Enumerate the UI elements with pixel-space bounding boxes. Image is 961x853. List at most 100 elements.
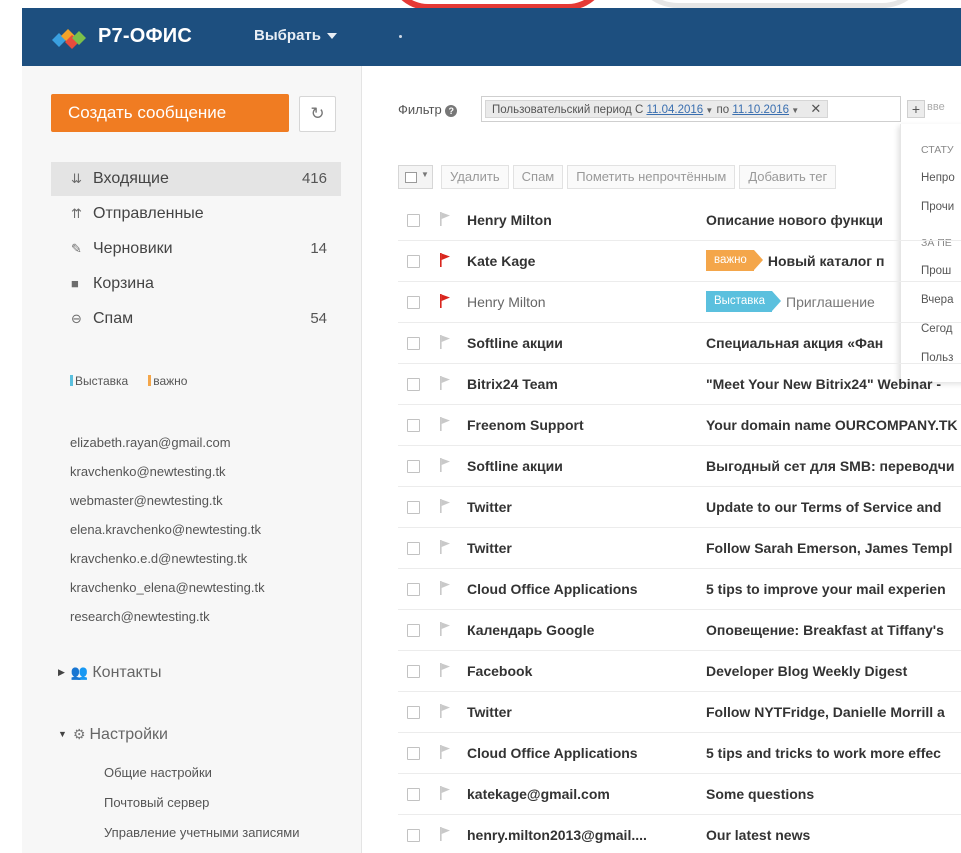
flag-icon[interactable]: [439, 826, 451, 842]
table-row[interactable]: Bitrix24 Team "Meet Your New Bitrix24" We…: [398, 364, 961, 405]
flag-icon[interactable]: [439, 539, 451, 555]
table-row[interactable]: Henry Milton Выставка Приглашение: [398, 282, 961, 323]
row-checkbox[interactable]: [407, 501, 420, 514]
settings-item-mail-server[interactable]: Почтовый сервер: [104, 788, 299, 818]
account-item[interactable]: webmaster@newtesting.tk: [70, 486, 265, 515]
flag-icon[interactable]: [439, 662, 451, 678]
table-row[interactable]: Календарь Google Оповещение: Breakfast at…: [398, 610, 961, 651]
date-from-link[interactable]: 11.04.2016: [646, 104, 703, 116]
row-checkbox[interactable]: [407, 706, 420, 719]
flag-icon[interactable]: [439, 252, 451, 268]
row-checkbox[interactable]: [407, 378, 420, 391]
table-row[interactable]: Henry Milton Описание нового функци: [398, 200, 961, 241]
table-row[interactable]: katekage@gmail.com Some questions: [398, 774, 961, 815]
refresh-button[interactable]: ↻: [299, 96, 336, 132]
folder-drafts[interactable]: ✎ Черновики 14: [51, 232, 341, 266]
delete-button[interactable]: Удалить: [441, 165, 509, 189]
tag-exhibition[interactable]: Выставка: [70, 374, 128, 388]
filter-box[interactable]: Пользовательский период С 11.04.2016 ▼ п…: [481, 96, 945, 122]
row-checkbox[interactable]: [407, 337, 420, 350]
spam-button[interactable]: Спам: [512, 165, 564, 189]
row-checkbox[interactable]: [407, 460, 420, 473]
flag-icon[interactable]: [439, 744, 451, 760]
close-icon[interactable]: ✕: [810, 101, 821, 116]
message-subject-cell: Оповещение: Breakfast at Tiffany's: [706, 622, 944, 638]
settings-item-accounts[interactable]: Управление учетными записями: [104, 818, 299, 848]
account-item[interactable]: kravchenko@newtesting.tk: [70, 457, 265, 486]
account-item[interactable]: kravchenko_elena@newtesting.tk: [70, 573, 265, 602]
folder-spam[interactable]: ⊖ Спам 54: [51, 302, 341, 336]
flag-icon[interactable]: [439, 703, 451, 719]
create-message-button[interactable]: Создать сообщение: [51, 94, 289, 132]
r7-logo-icon[interactable]: [50, 26, 90, 50]
row-checkbox[interactable]: [407, 665, 420, 678]
row-checkbox[interactable]: [407, 419, 420, 432]
table-row[interactable]: Softline акции Специальная акция «Фан: [398, 323, 961, 364]
row-checkbox[interactable]: [407, 542, 420, 555]
filter-period-chip[interactable]: Пользовательский период С 11.04.2016 ▼ п…: [485, 100, 829, 118]
table-row[interactable]: Cloud Office Applications 5 tips to impro…: [398, 569, 961, 610]
table-row[interactable]: Freenom Support Your domain name OURCOMPA…: [398, 405, 961, 446]
message-sender: Twitter: [467, 540, 512, 556]
flag-icon[interactable]: [439, 334, 451, 350]
table-row[interactable]: Softline акции Выгодный сет для SMB: пере…: [398, 446, 961, 487]
spam-icon: ⊖: [71, 311, 82, 326]
tag-badge: Выставка: [706, 291, 782, 313]
folder-inbox[interactable]: ⇊ Входящие 416: [51, 162, 341, 196]
add-tag-button[interactable]: Добавить тег: [739, 165, 837, 189]
table-row[interactable]: Kate Kage важно Новый каталог п: [398, 241, 961, 282]
flag-icon[interactable]: [439, 580, 451, 596]
flag-icon[interactable]: [439, 375, 451, 391]
message-sender: Bitrix24 Team: [467, 376, 558, 392]
inbox-icon: ⇊: [71, 171, 82, 186]
date-to-link[interactable]: 11.10.2016: [732, 104, 789, 116]
message-subject: Your domain name OURCOMPANY.TK: [706, 417, 958, 433]
mark-unread-button[interactable]: Пометить непрочтённым: [567, 165, 736, 189]
flag-icon[interactable]: [439, 457, 451, 473]
message-list: Henry Milton Описание нового функци Kate K…: [398, 200, 961, 853]
select-all-checkbox[interactable]: ▼: [398, 165, 433, 189]
account-item[interactable]: kravchenko.e.d@newtesting.tk: [70, 544, 265, 573]
filter-search-input[interactable]: вве: [927, 101, 945, 113]
table-row[interactable]: Cloud Office Applications 5 tips and tric…: [398, 733, 961, 774]
flag-icon[interactable]: [439, 293, 451, 309]
row-checkbox[interactable]: [407, 583, 420, 596]
folder-trash[interactable]: ■ Корзина: [51, 267, 341, 301]
table-row[interactable]: Facebook Developer Blog Weekly Digest: [398, 651, 961, 692]
settings-section[interactable]: ▼ ⚙ Настройки: [58, 726, 168, 744]
folder-sent[interactable]: ⇈ Отправленные: [51, 197, 341, 231]
account-item[interactable]: elizabeth.rayan@gmail.com: [70, 428, 265, 457]
row-checkbox[interactable]: [407, 829, 420, 842]
choose-menu[interactable]: Выбрать: [254, 27, 337, 44]
row-checkbox[interactable]: [407, 214, 420, 227]
message-subject-cell: Some questions: [706, 786, 814, 802]
flag-icon[interactable]: [439, 416, 451, 432]
flag-icon[interactable]: [439, 498, 451, 514]
message-subject: Новый каталог п: [767, 253, 885, 269]
help-icon[interactable]: ?: [445, 105, 458, 117]
flag-icon[interactable]: [439, 785, 451, 801]
contacts-section[interactable]: ▶ 👥 Контакты: [58, 664, 161, 682]
settings-item-general[interactable]: Общие настройки: [104, 758, 299, 788]
add-filter-button[interactable]: +: [907, 100, 925, 118]
table-row[interactable]: Twitter Follow NYTFridge, Danielle Morril…: [398, 692, 961, 733]
row-checkbox[interactable]: [407, 788, 420, 801]
flag-icon[interactable]: [439, 211, 451, 227]
table-row[interactable]: Twitter Follow Sarah Emerson, James Templ: [398, 528, 961, 569]
row-checkbox[interactable]: [407, 296, 420, 309]
row-checkbox[interactable]: [407, 255, 420, 268]
message-subject: Update to our Terms of Service and: [706, 499, 942, 515]
table-row[interactable]: Twitter Update to our Terms of Service an…: [398, 487, 961, 528]
row-checkbox[interactable]: [407, 747, 420, 760]
message-sender: Henry Milton: [467, 212, 552, 228]
account-item[interactable]: elena.kravchenko@newtesting.tk: [70, 515, 265, 544]
flag-icon[interactable]: [439, 621, 451, 637]
tag-important[interactable]: важно: [148, 374, 187, 388]
account-item[interactable]: research@newtesting.tk: [70, 602, 265, 631]
grey-arc-shape: [630, 0, 930, 8]
message-subject: 5 tips and tricks to work more effec: [706, 745, 941, 761]
row-checkbox[interactable]: [407, 624, 420, 637]
dropdown-item-unread[interactable]: Непро: [921, 172, 955, 184]
message-subject-cell: Выставка Приглашение: [706, 291, 875, 313]
table-row[interactable]: henry.milton2013@gmail.... Our latest new…: [398, 815, 961, 853]
